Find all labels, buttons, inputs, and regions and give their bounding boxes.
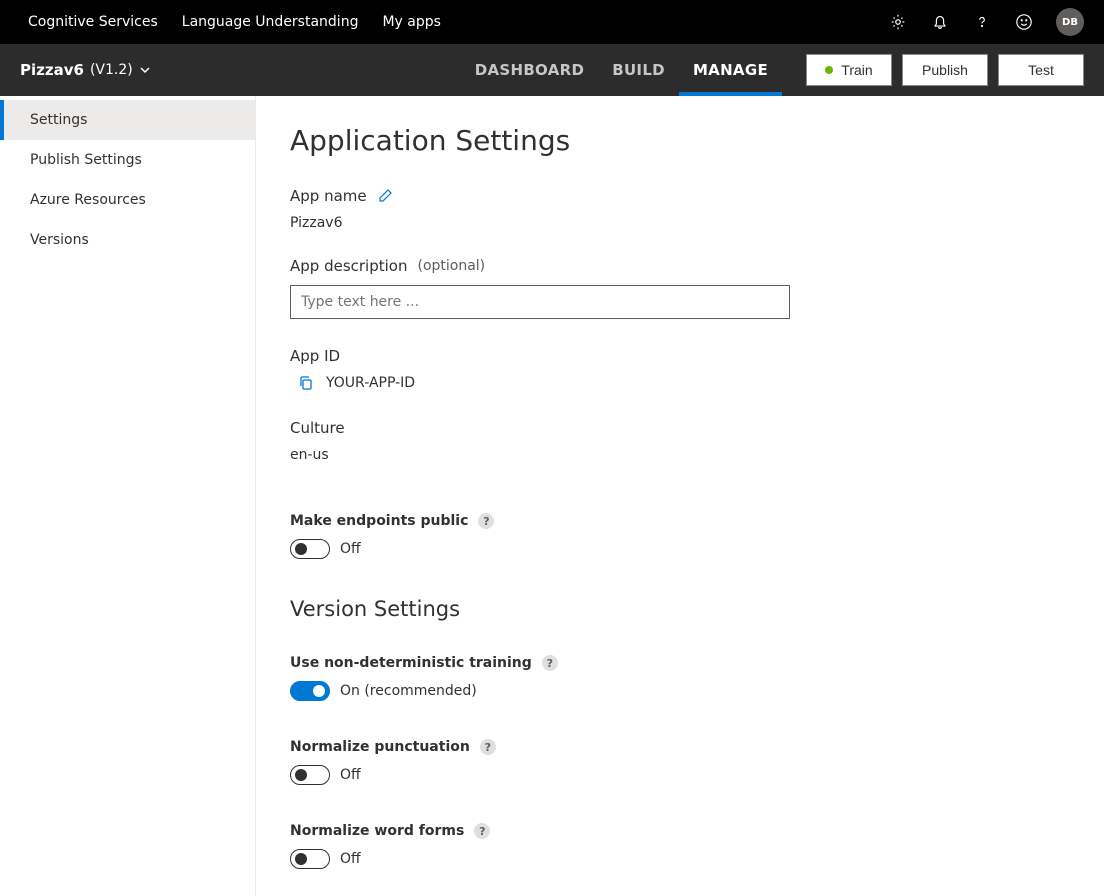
nondet-toggle-row: On (recommended) [290,681,1104,701]
nondet-toggle-state: On (recommended) [340,683,477,699]
breadcrumb-my-apps[interactable]: My apps [382,14,440,30]
app-description-input[interactable] [290,285,790,319]
status-dot-icon [825,66,833,74]
nondet-label: Use non-deterministic training [290,655,532,671]
help-icon[interactable] [972,12,992,32]
edit-icon[interactable] [377,188,393,204]
app-version: (V1.2) [90,62,133,78]
sidebar-item-versions[interactable]: Versions [0,220,255,260]
tab-build[interactable]: BUILD [598,44,679,96]
norm-word-toggle-row: Off [290,849,1104,869]
chevron-down-icon [139,64,151,76]
endpoints-label-row: Make endpoints public ? [290,513,1104,529]
tab-dashboard[interactable]: DASHBOARD [461,44,599,96]
publish-button[interactable]: Publish [902,54,988,86]
train-label: Train [841,62,872,78]
app-name-field-label: App name [290,187,1104,205]
train-button[interactable]: Train [806,54,892,86]
norm-word-toggle-state: Off [340,851,361,867]
app-name-label-text: App name [290,187,367,205]
gear-icon[interactable] [888,12,908,32]
test-button[interactable]: Test [998,54,1084,86]
help-tooltip-icon[interactable]: ? [478,513,494,529]
norm-word-label-row: Normalize word forms ? [290,823,1104,839]
help-tooltip-icon[interactable]: ? [474,823,490,839]
sidebar-item-publish-settings[interactable]: Publish Settings [0,140,255,180]
app-name: Pizzav6 [20,61,84,79]
smile-icon[interactable] [1014,12,1034,32]
app-desc-field-label: App description (optional) [290,257,1104,275]
endpoints-label: Make endpoints public [290,513,468,529]
nondet-toggle[interactable] [290,681,330,701]
app-desc-optional: (optional) [417,258,485,274]
page-title: Application Settings [290,124,1104,157]
copy-icon[interactable] [298,375,314,391]
sidebar-item-azure-resources[interactable]: Azure Resources [0,180,255,220]
app-id-value: YOUR-APP-ID [326,375,415,391]
culture-field-label: Culture [290,419,1104,437]
main-tabs: DASHBOARD BUILD MANAGE [461,44,782,96]
topbar-icon-group: DB [888,8,1084,36]
bell-icon[interactable] [930,12,950,32]
action-buttons: Train Publish Test [782,54,1104,86]
help-tooltip-icon[interactable]: ? [542,655,558,671]
content-area: Application Settings App name Pizzav6 Ap… [256,96,1104,896]
help-tooltip-icon[interactable]: ? [480,739,496,755]
global-top-bar: Cognitive Services Language Understandin… [0,0,1104,44]
avatar[interactable]: DB [1056,8,1084,36]
norm-punct-label-row: Normalize punctuation ? [290,739,1104,755]
sidebar-item-settings[interactable]: Settings [0,100,255,140]
sidebar: Settings Publish Settings Azure Resource… [0,96,256,896]
norm-word-label: Normalize word forms [290,823,464,839]
tab-manage[interactable]: MANAGE [679,44,782,96]
breadcrumb-cognitive-services[interactable]: Cognitive Services [28,14,158,30]
nondet-label-row: Use non-deterministic training ? [290,655,1104,671]
app-desc-label-text: App description [290,257,407,275]
endpoints-toggle-row: Off [290,539,1104,559]
app-bar: Pizzav6 (V1.2) DASHBOARD BUILD MANAGE Tr… [0,44,1104,96]
norm-punct-toggle-row: Off [290,765,1104,785]
app-id-field-label: App ID [290,347,1104,365]
culture-value: en-us [290,447,1104,463]
breadcrumb-language-understanding[interactable]: Language Understanding [182,14,359,30]
main-layout: Settings Publish Settings Azure Resource… [0,96,1104,896]
app-id-row: YOUR-APP-ID [298,375,1104,391]
app-selector[interactable]: Pizzav6 (V1.2) [20,61,151,79]
endpoints-toggle-state: Off [340,541,361,557]
norm-punct-label: Normalize punctuation [290,739,470,755]
version-settings-title: Version Settings [290,597,1104,621]
app-name-value: Pizzav6 [290,215,1104,231]
breadcrumb: Cognitive Services Language Understandin… [28,14,888,30]
norm-punct-toggle[interactable] [290,765,330,785]
norm-word-toggle[interactable] [290,849,330,869]
endpoints-toggle[interactable] [290,539,330,559]
norm-punct-toggle-state: Off [340,767,361,783]
